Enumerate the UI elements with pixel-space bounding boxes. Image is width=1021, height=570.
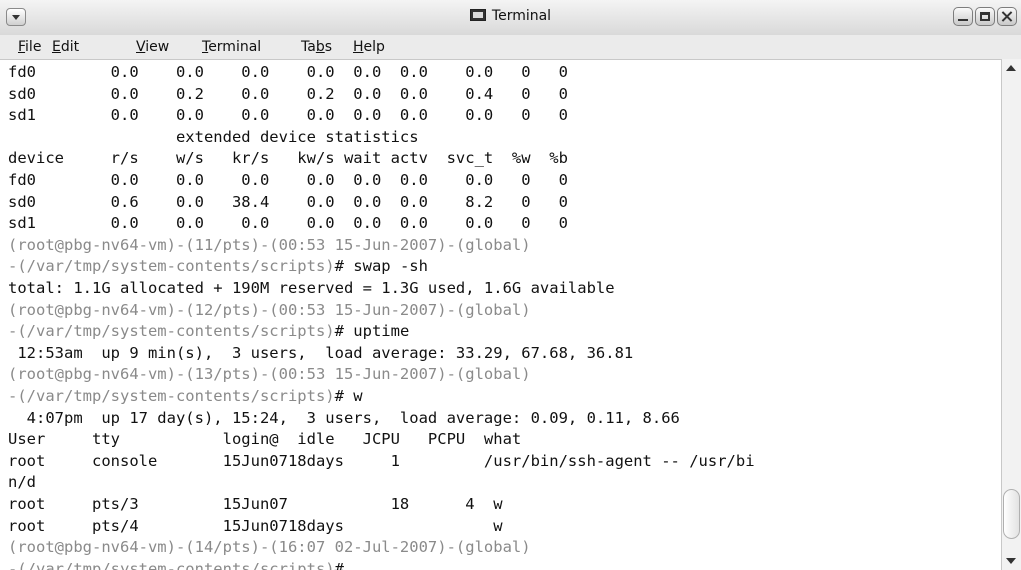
terminal-line: n/d xyxy=(8,473,36,492)
terminal-line: User tty login@ idle JCPU PCPU what xyxy=(8,430,522,449)
terminal-line: root console 15Jun0718days 1 /usr/bin/ss… xyxy=(8,451,755,470)
terminal-line: -(/var/tmp/system-contents/scripts)# xyxy=(8,559,344,570)
menu-help-accel: H xyxy=(353,39,364,55)
terminal-line: sd0 0.6 0.0 38.4 0.0 0.0 0.0 8.2 0 0 xyxy=(8,192,568,211)
terminal-line: total: 1.1G allocated + 190M reserved = … xyxy=(8,279,615,297)
menu-view-label: iew xyxy=(145,39,170,55)
menu-file[interactable]: File xyxy=(18,39,41,55)
terminal-line: sd1 0.0 0.0 0.0 0.0 0.0 0.0 0.0 0 0 xyxy=(8,214,568,233)
terminal-line: (root@pbg-nv64-vm)-(13/pts)-(00:53 15-Ju… xyxy=(8,365,531,384)
menu-help-label: elp xyxy=(363,39,385,55)
terminal-line: 12:53am up 9 min(s), 3 users, load avera… xyxy=(8,343,634,362)
menu-view[interactable]: View xyxy=(136,39,169,55)
terminal-icon xyxy=(469,9,486,21)
menu-file-accel: F xyxy=(18,39,26,55)
terminal-window: Terminal File Edit View Terminal Tabs He… xyxy=(0,0,1021,570)
terminal-line: sd0 0.0 0.2 0.0 0.2 0.0 0.0 0.4 0 0 xyxy=(8,84,568,103)
close-icon[interactable] xyxy=(997,7,1017,26)
vertical-scrollbar[interactable] xyxy=(1001,59,1021,570)
title: Terminal xyxy=(0,8,1021,24)
terminal-line: sd1 0.0 0.0 0.0 0.0 0.0 0.0 0.0 0 0 xyxy=(8,106,568,125)
terminal-line: (root@pbg-nv64-vm)-(11/pts)-(00:53 15-Ju… xyxy=(8,235,531,254)
menu-terminal[interactable]: Terminal xyxy=(202,39,261,55)
title-bar[interactable]: Terminal xyxy=(0,0,1021,36)
menu-tabs[interactable]: Tabs xyxy=(301,39,332,55)
terminal-output[interactable]: fd0 0.0 0.0 0.0 0.0 0.0 0.0 0.0 0 0 sd0 0… xyxy=(8,60,998,570)
terminal-line: (root@pbg-nv64-vm)-(14/pts)-(16:07 02-Ju… xyxy=(8,538,531,557)
terminal-line: (root@pbg-nv64-vm)-(12/pts)-(00:53 15-Ju… xyxy=(8,300,531,319)
menu-edit-accel: E xyxy=(52,39,61,55)
terminal-line: 4:07pm up 17 day(s), 15:24, 3 users, loa… xyxy=(8,408,680,427)
terminal-line: -(/var/tmp/system-contents/scripts)# w xyxy=(8,387,363,405)
menu-terminal-label: erminal xyxy=(208,39,262,55)
scroll-down-icon[interactable] xyxy=(1006,558,1016,564)
scroll-up-icon[interactable] xyxy=(1006,65,1016,71)
menu-edit[interactable]: Edit xyxy=(52,39,79,55)
menu-view-accel: V xyxy=(136,39,146,55)
maximize-icon[interactable] xyxy=(975,7,995,26)
terminal-line: -(/var/tmp/system-contents/scripts)# upt… xyxy=(8,322,410,341)
menu-file-label: ile xyxy=(25,39,42,55)
scroll-thumb[interactable] xyxy=(1003,489,1020,539)
menu-tabs-accel: b xyxy=(315,39,325,55)
menu-edit-label: dit xyxy=(60,39,80,55)
terminal-line: root pts/3 15Jun07 18 4 w xyxy=(8,495,503,513)
terminal-line: extended device statistics xyxy=(8,127,419,146)
terminal-line: fd0 0.0 0.0 0.0 0.0 0.0 0.0 0.0 0 0 xyxy=(8,171,568,189)
terminal-line: fd0 0.0 0.0 0.0 0.0 0.0 0.0 0.0 0 0 xyxy=(8,63,568,81)
terminal-line: root pts/4 15Jun0718days w xyxy=(8,516,503,535)
minimize-icon[interactable] xyxy=(953,7,973,26)
menu-help[interactable]: Help xyxy=(353,39,385,55)
window-title: Terminal xyxy=(491,8,552,24)
menu-bar: File Edit View Terminal Tabs Help xyxy=(0,35,1021,60)
menu-tabs-pre: Ta xyxy=(301,39,316,55)
terminal-line: device r/s w/s kr/s kw/s wait actv svc_t… xyxy=(8,149,568,168)
terminal-line: -(/var/tmp/system-contents/scripts)# swa… xyxy=(8,257,428,276)
menu-tabs-label: s xyxy=(324,39,333,55)
